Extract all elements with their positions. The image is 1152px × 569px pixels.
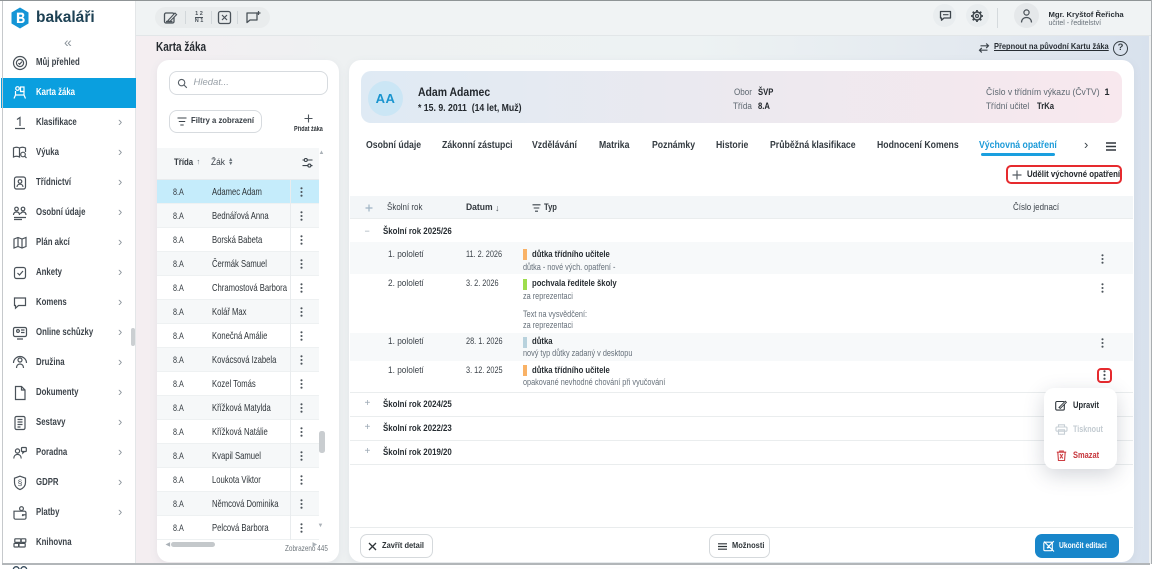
svg-text:§: § bbox=[18, 478, 23, 488]
